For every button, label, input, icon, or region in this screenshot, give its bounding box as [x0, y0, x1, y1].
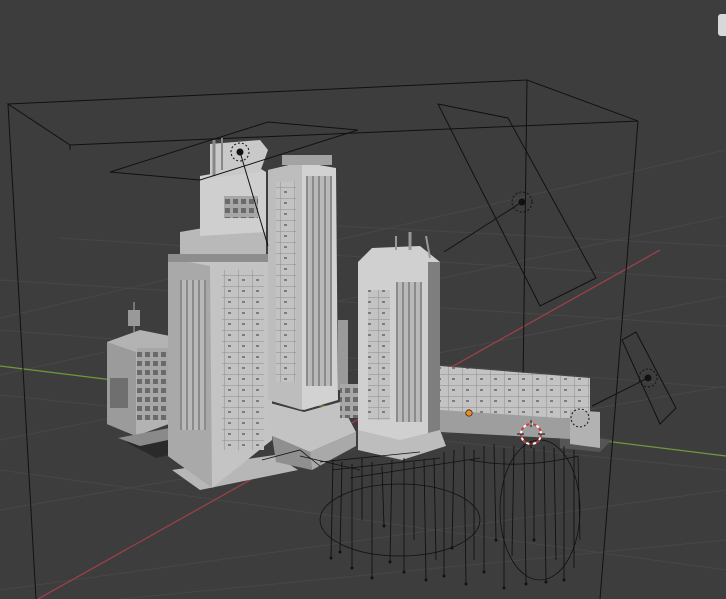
- building-tall-left: [168, 138, 272, 488]
- area-light-right: [437, 103, 597, 307]
- building-wall-right: [440, 366, 600, 448]
- light-rig-wires: [299, 443, 575, 588]
- building-tower-right: [358, 232, 446, 460]
- 3d-viewport[interactable]: [0, 0, 726, 599]
- light-icon[interactable]: [511, 191, 533, 213]
- origin-icon: [465, 409, 473, 417]
- light-rig-nodes: [329, 524, 566, 590]
- building-tower-center: [266, 155, 356, 470]
- viewport-scene[interactable]: [0, 0, 726, 599]
- navigation-gizmo-icon[interactable]: [718, 14, 726, 36]
